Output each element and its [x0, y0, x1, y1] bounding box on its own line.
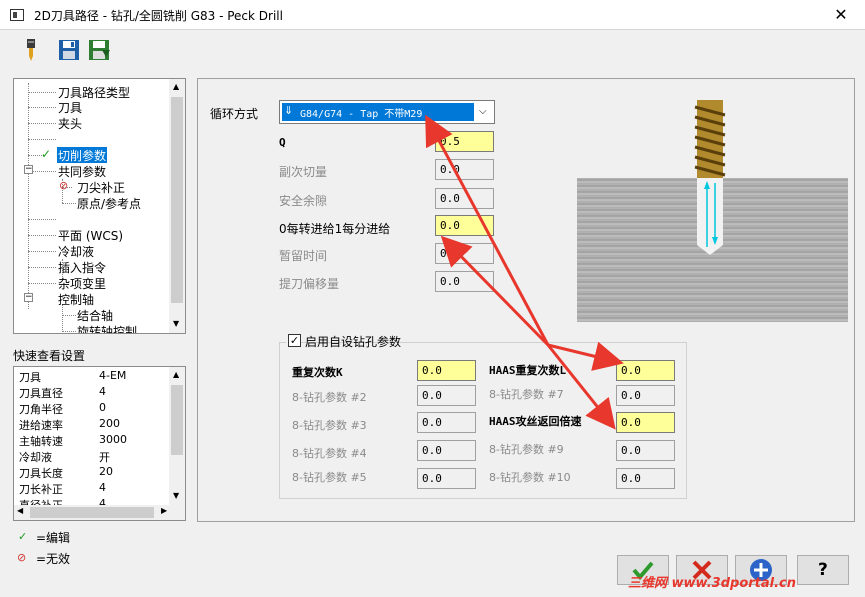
watermark: 三维网 www.3dportal.cn: [628, 576, 797, 591]
help-button[interactable]: ?: [797, 555, 849, 585]
annotation-arrows: [425, 114, 624, 430]
help-icon: ?: [818, 560, 828, 580]
